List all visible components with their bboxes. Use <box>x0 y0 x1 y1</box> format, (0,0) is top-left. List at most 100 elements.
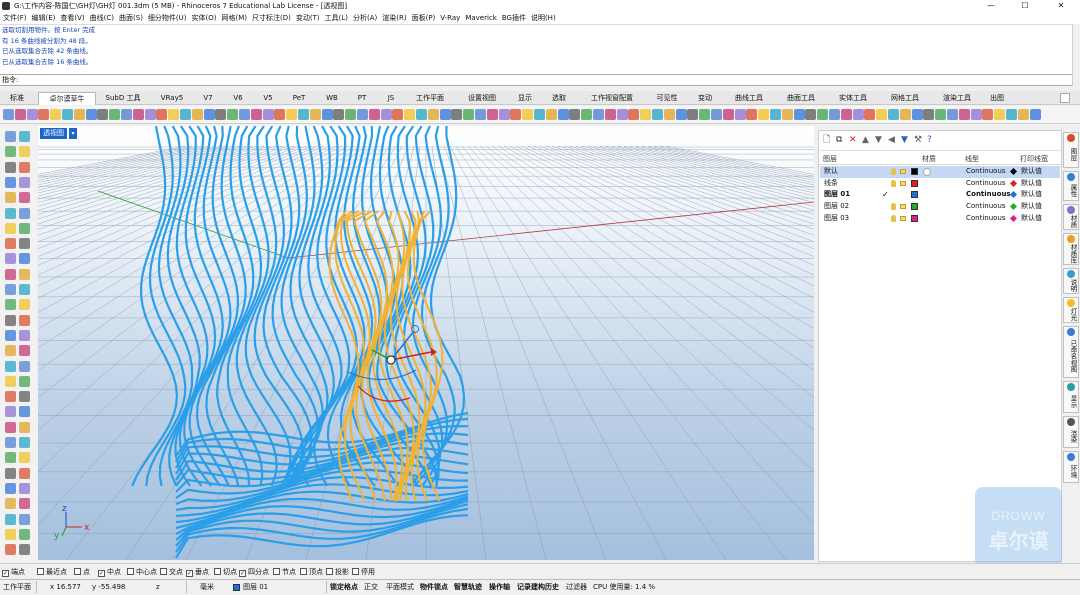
toolbar-command-icon[interactable] <box>958 109 970 120</box>
toggle-ortho[interactable]: 正交 <box>364 582 378 592</box>
tab-surface-tools[interactable]: 曲面工具 <box>780 92 822 105</box>
left-tool-icon[interactable] <box>19 192 30 204</box>
left-tool-icon[interactable] <box>5 498 16 510</box>
left-tool-icon[interactable] <box>19 284 30 295</box>
left-tool-icon[interactable] <box>5 329 16 341</box>
left-tool-icon[interactable] <box>5 375 16 387</box>
toolbar-command-icon[interactable] <box>746 109 758 120</box>
tab-select[interactable]: 选取 <box>546 92 572 105</box>
toolbar-command-icon[interactable] <box>404 109 416 120</box>
cplane-label[interactable]: 工作平面 <box>3 582 31 592</box>
toolbar-command-icon[interactable] <box>262 109 274 120</box>
toolbar-command-icon[interactable] <box>3 109 14 120</box>
toolbar-command-icon[interactable] <box>439 109 451 120</box>
left-tool-icon[interactable] <box>19 528 30 540</box>
toolbar-command-icon[interactable] <box>427 109 439 120</box>
osnap-checkbox[interactable]: 投影 <box>326 567 349 577</box>
history-scrollbar[interactable] <box>1072 24 1080 86</box>
toolbar-command-icon[interactable] <box>616 109 628 120</box>
linetype[interactable]: Continuous <box>966 178 1006 190</box>
toolbar-command-icon[interactable] <box>817 109 829 120</box>
toolbar-command-icon[interactable] <box>652 109 663 120</box>
toolbar-command-icon[interactable] <box>451 109 463 120</box>
left-tool-icon[interactable] <box>5 345 16 357</box>
menu-solid[interactable]: 实体(O) <box>190 12 219 24</box>
toolbar-command-icon[interactable] <box>286 109 298 120</box>
panel-tab[interactable]: 材质 <box>1063 204 1079 230</box>
panel-tab[interactable]: 渲染 <box>1063 416 1079 448</box>
print-width[interactable]: 默认值 <box>1021 178 1042 190</box>
toolbar-command-icon[interactable] <box>911 109 923 120</box>
toolbar-command-icon[interactable] <box>1029 109 1041 120</box>
tools-icon[interactable]: ⚒ <box>914 135 922 145</box>
menu-edit[interactable]: 编辑(E) <box>30 12 58 24</box>
layer-color-swatch[interactable] <box>911 168 918 175</box>
menu-help[interactable]: 说明(H) <box>529 12 558 24</box>
toolbar-command-icon[interactable] <box>274 109 286 120</box>
toolbar-command-icon[interactable] <box>357 109 368 120</box>
toggle-gumball[interactable]: 操作轴 <box>489 582 510 592</box>
osnap-checkbox[interactable]: 中心点 <box>127 567 157 577</box>
linetype[interactable]: Continuous <box>966 201 1006 213</box>
toggle-history[interactable]: 记录建构历史 <box>517 582 559 592</box>
toolbar-command-icon[interactable] <box>534 109 545 120</box>
left-tool-icon[interactable] <box>19 421 30 433</box>
toolbar-command-icon[interactable] <box>85 109 97 120</box>
lock-icon[interactable] <box>900 180 906 186</box>
tab-pet[interactable]: PeT <box>287 92 311 105</box>
tab-vray5[interactable]: VRay5 <box>154 92 190 105</box>
toolbar-command-icon[interactable] <box>604 109 616 120</box>
toolbar-command-icon[interactable] <box>333 109 345 120</box>
menu-file[interactable]: 文件(F) <box>1 12 29 24</box>
tab-v7[interactable]: V7 <box>196 92 220 105</box>
left-tool-icon[interactable] <box>19 360 30 372</box>
left-tool-icon[interactable] <box>5 284 16 295</box>
help-icon[interactable]: ? <box>927 135 932 145</box>
toolbar-command-icon[interactable] <box>994 109 1006 120</box>
left-tool-icon[interactable] <box>19 146 30 158</box>
lock-icon[interactable] <box>900 169 906 174</box>
left-tool-icon[interactable] <box>19 437 30 448</box>
chevron-down-icon[interactable]: ▾ <box>69 128 77 139</box>
layer-color-swatch[interactable] <box>911 203 918 211</box>
left-tool-icon[interactable] <box>5 421 16 433</box>
toolbar-command-icon[interactable] <box>522 109 534 120</box>
toolbar-command-icon[interactable] <box>758 109 770 120</box>
tab-subd-tools[interactable]: SubD 工具 <box>100 92 146 105</box>
close-button[interactable]: ✕ <box>1044 0 1078 12</box>
osnap-checkbox[interactable]: 顶点 <box>300 567 323 577</box>
move-parent-icon[interactable]: ◀ <box>888 135 895 145</box>
tab-pt[interactable]: PT <box>350 92 374 105</box>
toolbar-command-icon[interactable] <box>156 109 168 120</box>
toolbar-command-icon[interactable] <box>215 109 227 120</box>
toolbar-command-icon[interactable] <box>545 109 557 120</box>
left-tool-icon[interactable] <box>19 375 30 387</box>
tab-visibility[interactable]: 可见性 <box>650 92 684 105</box>
toolbar-command-icon[interactable] <box>687 109 699 120</box>
toolbar-command-icon[interactable] <box>852 109 864 120</box>
toolbar-command-icon[interactable] <box>298 109 309 120</box>
toolbar-command-icon[interactable] <box>309 109 321 120</box>
maximize-button[interactable]: ☐ <box>1008 0 1042 12</box>
left-tool-icon[interactable] <box>5 268 16 280</box>
toolbar-command-icon[interactable] <box>121 109 132 120</box>
left-tool-icon[interactable] <box>19 482 30 494</box>
left-tool-icon[interactable] <box>5 391 16 403</box>
toolbar-command-icon[interactable] <box>947 109 958 120</box>
left-tool-icon[interactable] <box>5 253 16 265</box>
lightbulb-icon[interactable] <box>891 168 896 175</box>
toolbar-command-icon[interactable] <box>14 109 26 120</box>
left-tool-icon[interactable] <box>19 345 30 357</box>
toggle-grid-snap[interactable]: 锁定格点 <box>330 582 358 592</box>
left-tool-icon[interactable] <box>5 482 16 494</box>
print-color-icon[interactable] <box>1009 203 1018 211</box>
toolbar-command-icon[interactable] <box>663 109 675 120</box>
units-label[interactable]: 毫米 <box>200 582 214 592</box>
move-up-icon[interactable]: ▲ <box>862 135 869 145</box>
panel-tab[interactable]: 属性 <box>1063 171 1079 201</box>
material-swatch[interactable] <box>923 167 931 176</box>
left-tool-icon[interactable] <box>5 528 16 540</box>
toolbar-command-icon[interactable] <box>970 109 982 120</box>
toggle-osnap[interactable]: 物件锁点 <box>420 582 448 592</box>
menu-transform[interactable]: 变动(T) <box>294 12 322 24</box>
